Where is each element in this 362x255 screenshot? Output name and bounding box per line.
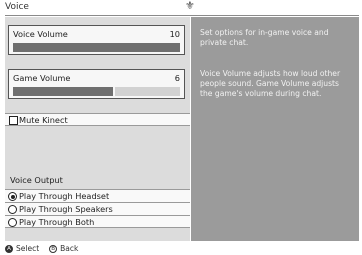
description-panel: Set options for in-game voice and privat… [191,17,359,241]
voice-volume-label: Voice Volume [13,29,68,39]
page-title: Voice [5,2,29,12]
voice-volume-bar[interactable] [13,43,180,52]
b-button-icon: B [49,244,58,253]
mute-kinect-option[interactable]: Mute Kinect [5,113,190,126]
voice-volume-fill [13,43,180,52]
game-volume-value: 6 [174,73,180,83]
back-hint: Back [60,244,79,253]
game-volume-bar[interactable] [13,87,180,96]
pointer-cursor-icon: ⚜ [185,0,195,12]
a-button-icon: A [5,244,13,253]
button-hints: A Select B Back [5,244,78,253]
voice-output-option-both[interactable]: Play Through Both [5,215,190,228]
mute-kinect-label: Mute Kinect [19,115,68,125]
both-radio[interactable] [8,218,17,227]
settings-panel: Voice Volume 10 Game Volume 6 Mute Kinec… [5,17,190,241]
game-volume-track [115,87,180,96]
description-detail: Voice Volume adjusts how loud other peop… [200,69,341,98]
both-label: Play Through Both [19,217,95,227]
game-volume-slider[interactable]: Game Volume 6 [8,69,185,99]
headset-label: Play Through Headset [19,191,110,201]
game-volume-label: Game Volume [13,73,71,83]
voice-output-label: Voice Output [10,175,63,185]
title-divider [5,15,359,16]
speakers-radio[interactable] [8,205,17,214]
voice-volume-value: 10 [169,29,180,39]
mute-kinect-checkbox[interactable] [9,116,18,125]
description-intro: Set options for in-game voice and privat… [200,28,329,47]
select-hint: Select [16,244,40,253]
voice-volume-slider[interactable]: Voice Volume 10 [8,25,185,55]
headset-radio[interactable] [8,192,17,201]
voice-output-option-speakers[interactable]: Play Through Speakers [5,202,190,215]
voice-output-option-headset[interactable]: Play Through Headset [5,189,190,202]
speakers-label: Play Through Speakers [19,204,113,214]
game-volume-fill [13,87,113,96]
